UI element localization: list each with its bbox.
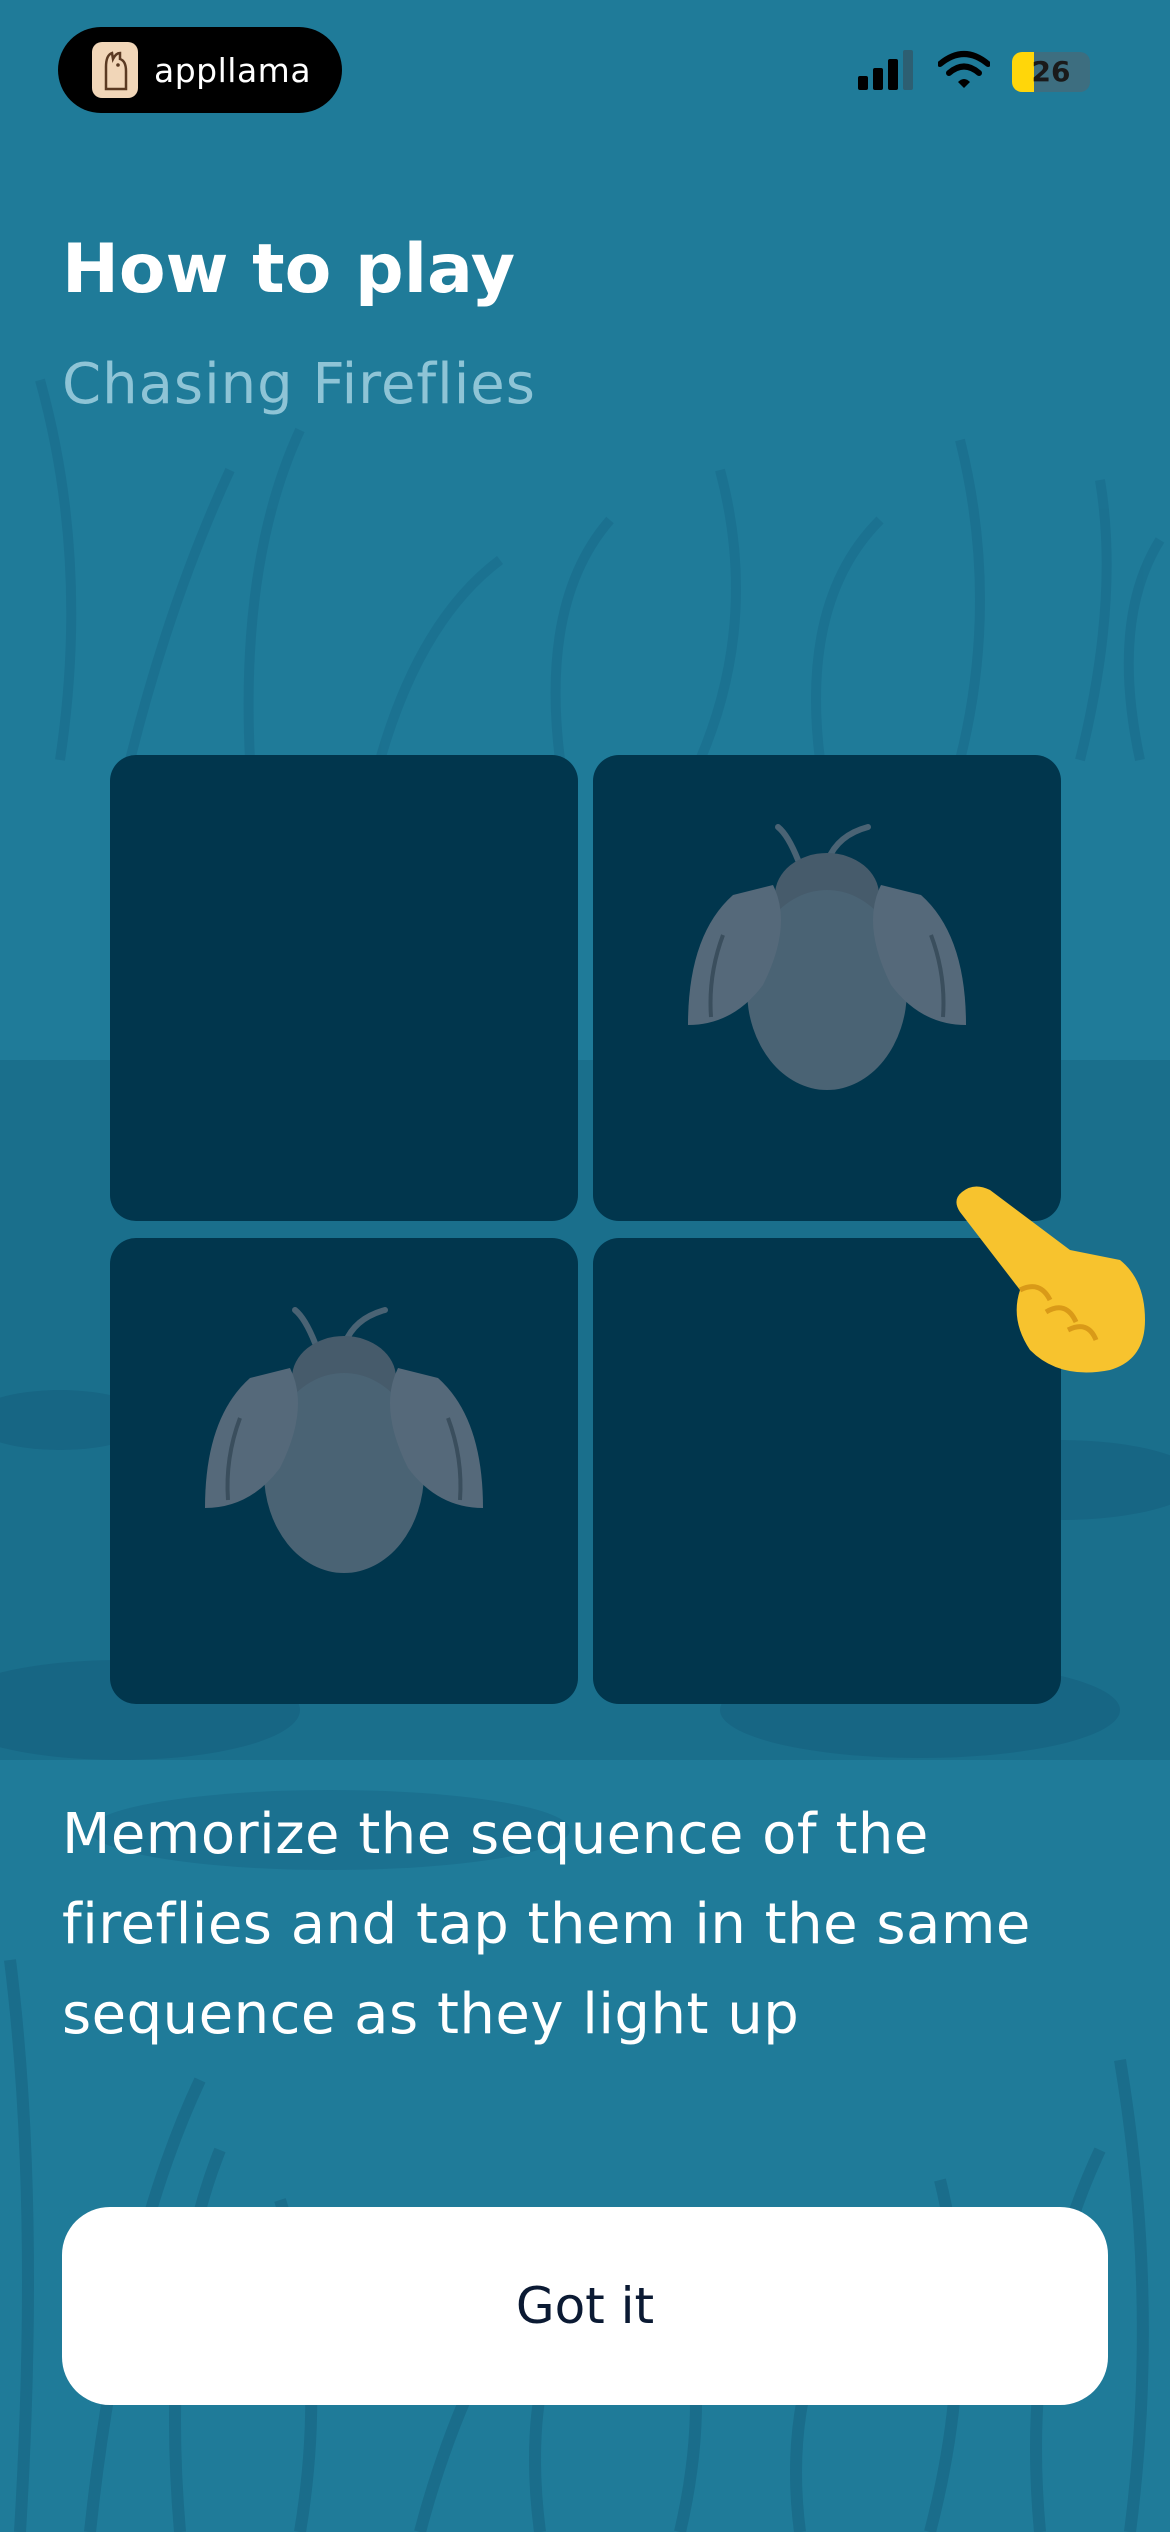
battery-level: 26 (1031, 55, 1071, 88)
game-name: Chasing Fireflies (62, 352, 536, 417)
grid-tile-top-left[interactable] (110, 755, 578, 1221)
grid-tile-top-right[interactable] (593, 755, 1061, 1221)
page-title: How to play (62, 230, 516, 309)
pointing-hand-icon (956, 1186, 1145, 1373)
llama-logo-icon (92, 42, 138, 98)
battery-icon: 26 (1012, 52, 1090, 92)
grid-tile-bottom-left[interactable] (110, 1238, 578, 1704)
got-it-button[interactable]: Got it (62, 2207, 1108, 2405)
wifi-icon (937, 50, 991, 94)
firefly-icon (688, 824, 966, 1090)
instructions-text: Memorize the sequence of the fireflies a… (62, 1802, 1031, 2047)
status-icons: 26 (858, 50, 1090, 94)
brand-pill: appllama (58, 27, 342, 113)
firefly-icon (205, 1307, 483, 1573)
brand-name: appllama (154, 50, 312, 90)
cellular-signal-icon (858, 50, 916, 94)
